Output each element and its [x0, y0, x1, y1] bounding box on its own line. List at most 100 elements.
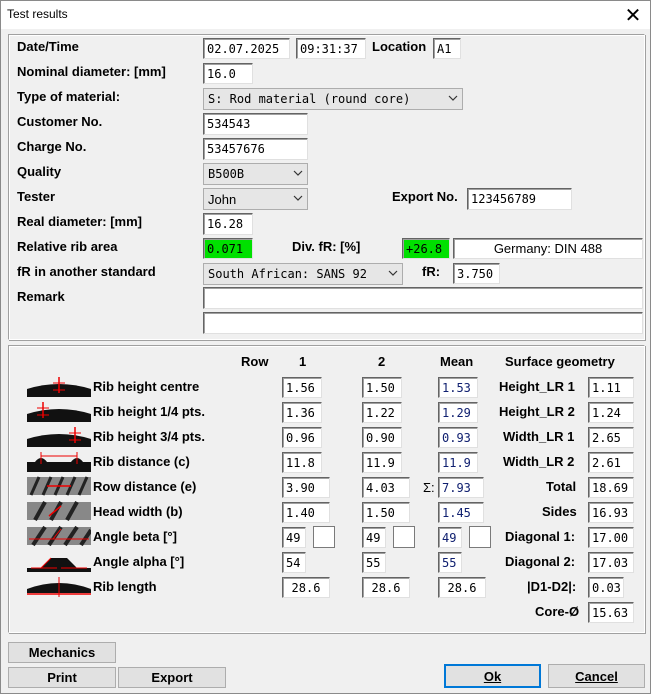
height-lr1-value: 1.11 [588, 377, 634, 398]
mean-header: Mean [440, 354, 474, 369]
col1-header: 1 [299, 354, 307, 369]
export-no-label: Export No. [392, 189, 458, 204]
fr-label: fR: [422, 264, 441, 279]
time-field[interactable]: 09:31:37 [296, 38, 366, 59]
nominal-diameter-label: Nominal diameter: [mm] [17, 64, 166, 79]
type-of-material-label: Type of material: [17, 89, 121, 104]
mechanics-button[interactable]: Mechanics [8, 642, 116, 663]
div-fr-field: +26.8 [402, 238, 450, 259]
rib-length-icon [27, 577, 91, 597]
date-field[interactable]: 02.07.2025 [203, 38, 290, 59]
rib-height-quarter-v2[interactable]: 1.22 [362, 402, 402, 423]
diagonal2-label: Diagonal 2: [505, 554, 576, 569]
diagonal1-value: 17.00 [588, 527, 634, 548]
rib-height-centre-v2[interactable]: 1.50 [362, 377, 402, 398]
head-width-mean: 1.45 [438, 502, 484, 523]
rib-length-label: Rib length [93, 579, 157, 594]
type-of-material-select[interactable]: S: Rod material (round core) [203, 88, 463, 110]
fr-value-field: 3.750 [453, 263, 500, 284]
total-label: Total [546, 479, 577, 494]
rib-length-v1[interactable]: 28.6 [282, 577, 330, 598]
measurements-panel: Row 1 2 Mean Surface geometry Rib height… [8, 345, 645, 633]
relative-rib-area-label: Relative rib area [17, 239, 118, 254]
window-title: Test results [7, 7, 68, 21]
angle-beta-mean: 49 [438, 527, 462, 548]
angle-alpha-label: Angle alpha [°] [93, 554, 185, 569]
location-label: Location [372, 39, 427, 54]
chevron-down-icon [388, 270, 398, 276]
head-width-icon [27, 501, 91, 521]
rib-height-centre-v1[interactable]: 1.56 [282, 377, 322, 398]
print-button[interactable]: Print [8, 667, 116, 688]
remark-field-1[interactable] [203, 287, 643, 309]
chevron-down-icon [293, 195, 303, 201]
diagonal1-label: Diagonal 1: [505, 529, 576, 544]
fr-other-standard-select[interactable]: South African: SANS 92 [203, 263, 403, 285]
tester-select[interactable]: John [203, 188, 308, 210]
customer-no-field[interactable]: 534543 [203, 113, 308, 135]
test-results-window: Test results ✕ Date/Time 02.07.2025 09:3… [0, 0, 651, 694]
cancel-button-label: Cancel [575, 668, 618, 684]
rib-height-three-quarter-mean: 0.93 [438, 427, 478, 448]
real-diameter-field[interactable]: 16.28 [203, 213, 253, 235]
fr-other-standard-label: fR in another standard [17, 264, 156, 279]
ok-button[interactable]: Ok [444, 664, 541, 688]
sigma-label: Σ: [423, 480, 435, 495]
remark-label: Remark [17, 289, 65, 304]
quality-value: B500B [208, 167, 245, 181]
angle-beta-icon [27, 525, 91, 547]
angle-alpha-v2[interactable]: 55 [362, 552, 386, 573]
quality-label: Quality [17, 164, 62, 179]
fr-other-standard-value: South African: SANS 92 [208, 267, 367, 281]
angle-alpha-v1[interactable]: 54 [282, 552, 306, 573]
charge-no-label: Charge No. [17, 139, 87, 154]
remark-field-2[interactable] [203, 312, 643, 334]
row-distance-v1[interactable]: 3.90 [282, 477, 330, 498]
head-width-v1[interactable]: 1.40 [282, 502, 330, 523]
row-distance-mean: 7.93 [438, 477, 484, 498]
chevron-down-icon [448, 95, 458, 101]
head-width-label: Head width (b) [93, 504, 183, 519]
sides-label: Sides [542, 504, 577, 519]
charge-no-field[interactable]: 53457676 [203, 138, 308, 160]
rib-height-three-quarter-v2[interactable]: 0.90 [362, 427, 402, 448]
quality-select[interactable]: B500B [203, 163, 308, 185]
export-button[interactable]: Export [118, 667, 226, 688]
row-header: Row [241, 354, 269, 369]
close-button[interactable]: ✕ [616, 1, 650, 29]
rib-height-quarter-v1[interactable]: 1.36 [282, 402, 322, 423]
rib-height-three-quarter-v1[interactable]: 0.96 [282, 427, 322, 448]
row-distance-label: Row distance (e) [93, 479, 197, 494]
relative-rib-area-field: 0.071 [203, 238, 253, 259]
rib-height-quarter-label: Rib height 1/4 pts. [93, 404, 205, 419]
rib-height-centre-mean: 1.53 [438, 377, 478, 398]
angle-beta-v1[interactable]: 49 [282, 527, 306, 548]
cancel-button[interactable]: Cancel [548, 664, 645, 688]
rib-distance-v1[interactable]: 11.8 [282, 452, 322, 473]
rib-height-three-quarter-icon [27, 427, 91, 447]
height-lr2-value: 1.24 [588, 402, 634, 423]
export-no-field[interactable]: 123456789 [467, 188, 572, 210]
tester-label: Tester [17, 189, 56, 204]
chevron-down-icon [293, 170, 303, 176]
row-distance-icon [27, 476, 91, 496]
nominal-diameter-field[interactable]: 16.0 [203, 63, 253, 84]
angle-beta-v2[interactable]: 49 [362, 527, 386, 548]
col2-header: 2 [378, 354, 386, 369]
angle-alpha-icon [27, 557, 91, 572]
rib-length-mean: 28.6 [438, 577, 486, 598]
angle-beta-v2-check[interactable] [393, 526, 415, 548]
head-width-v2[interactable]: 1.50 [362, 502, 410, 523]
row-distance-v2[interactable]: 4.03 [362, 477, 410, 498]
standard-field: Germany: DIN 488 [453, 238, 643, 259]
real-diameter-label: Real diameter: [mm] [17, 214, 142, 229]
rib-distance-icon [27, 452, 91, 472]
location-field[interactable]: A1 [433, 38, 461, 59]
rib-distance-v2[interactable]: 11.9 [362, 452, 402, 473]
type-of-material-value: S: Rod material (round core) [208, 92, 411, 106]
angle-beta-mean-check[interactable] [469, 526, 491, 548]
rib-height-quarter-mean: 1.29 [438, 402, 478, 423]
angle-beta-v1-check[interactable] [313, 526, 335, 548]
rib-length-v2[interactable]: 28.6 [362, 577, 410, 598]
angle-alpha-mean: 55 [438, 552, 462, 573]
